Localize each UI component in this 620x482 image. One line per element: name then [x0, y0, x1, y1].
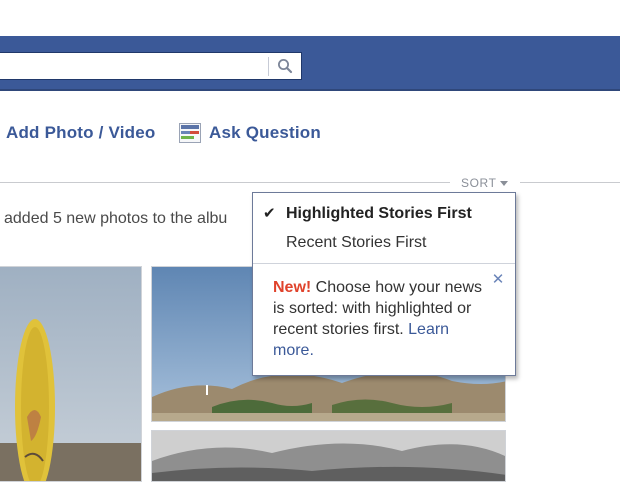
add-photo-video-link[interactable]: Add Photo / Video	[6, 120, 155, 146]
question-poll-icon	[179, 123, 201, 143]
close-icon[interactable]: ✕	[491, 272, 505, 287]
sort-label: SORT	[461, 176, 497, 190]
sort-button[interactable]: SORT	[461, 175, 508, 191]
menu-separator	[253, 263, 515, 264]
search-divider	[268, 57, 269, 76]
photo-surfboard[interactable]	[0, 266, 142, 482]
new-label: New!	[273, 279, 312, 296]
search-input[interactable]	[0, 53, 274, 79]
menu-item-highlighted-stories[interactable]: ✔ Highlighted Stories First	[253, 201, 515, 227]
chevron-down-icon	[499, 181, 508, 187]
check-icon: ✔	[263, 205, 276, 222]
story-text: added 5 new photos to the albu	[4, 210, 228, 227]
ask-question-link[interactable]: Ask Question	[209, 120, 321, 146]
sort-tip: New! Choose how your news is sorted: wit…	[273, 277, 493, 361]
composer-actions: Add Photo / Video Ask Question	[6, 120, 606, 146]
search-box[interactable]	[0, 52, 302, 80]
menu-item-label: Highlighted Stories First	[286, 205, 472, 222]
menu-item-recent-stories[interactable]: Recent Stories First	[253, 230, 515, 256]
search-icon[interactable]	[276, 57, 294, 75]
feed-divider-right	[520, 182, 620, 183]
sort-menu: ✔ Highlighted Stories First Recent Stori…	[252, 192, 516, 376]
menu-item-label: Recent Stories First	[286, 234, 427, 251]
feed-divider	[0, 182, 450, 183]
photo-bw-dunes[interactable]	[151, 430, 506, 482]
